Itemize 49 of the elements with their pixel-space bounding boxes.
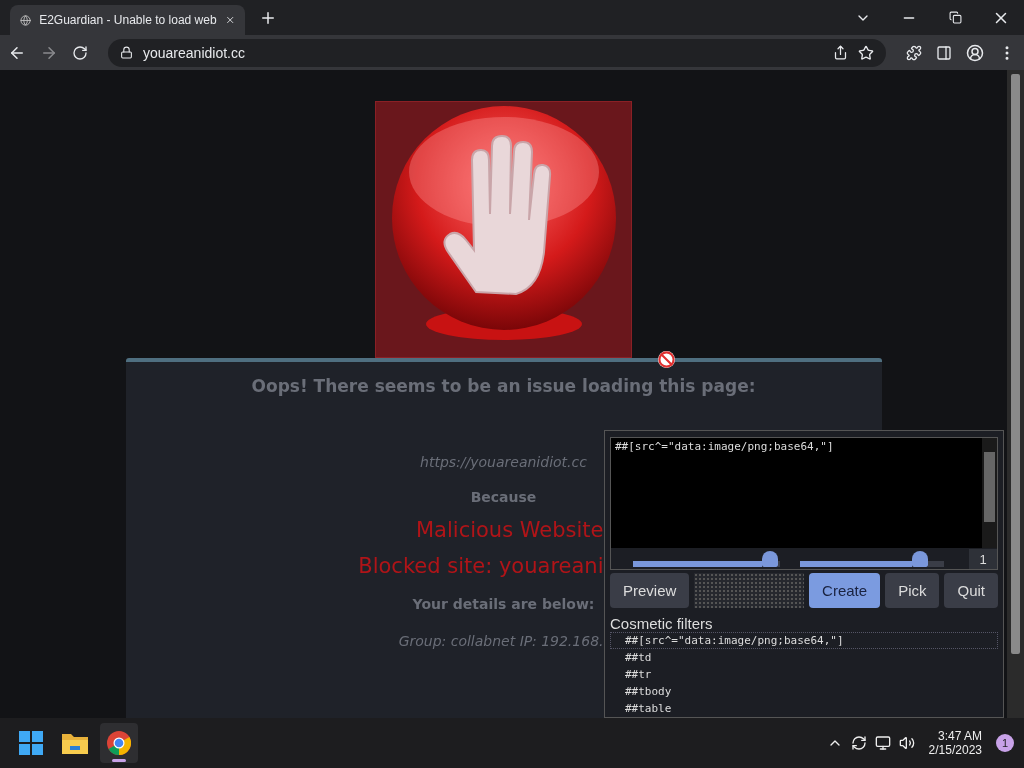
scrollbar-thumb[interactable] (1011, 74, 1020, 654)
filter-item[interactable]: ##td (610, 649, 998, 666)
browser-tab[interactable]: E2Guardian - Unable to load web (10, 5, 245, 35)
blocked-cursor-icon (658, 351, 675, 368)
sync-icon[interactable] (850, 735, 867, 751)
filter-item[interactable]: ##tbody (610, 683, 998, 700)
scrollbar-thumb[interactable] (984, 452, 995, 522)
volume-icon[interactable] (898, 735, 915, 751)
filters-heading: Cosmetic filters (610, 615, 714, 632)
block-reason: Blocked site: youareani (358, 554, 604, 578)
error-heading: Oops! There seems to be an issue loading this page: (251, 376, 756, 396)
extensions-icon[interactable] (906, 44, 922, 61)
share-icon[interactable] (833, 45, 848, 60)
notification-badge[interactable]: 1 (996, 734, 1014, 752)
slider-thumb[interactable] (911, 551, 928, 567)
primary-button[interactable]: Create (809, 573, 881, 608)
filter-item[interactable]: ##tr (610, 666, 998, 683)
bookmark-star-icon[interactable] (858, 44, 874, 61)
globe-icon (20, 12, 32, 28)
section-label: Your details are below: (412, 596, 595, 612)
network-icon[interactable] (874, 735, 891, 751)
picker-button[interactable]: Preview (610, 573, 690, 608)
picker-button[interactable]: Quit (944, 573, 998, 608)
reload-icon[interactable] (72, 44, 88, 61)
url-text: youareanidiot.cc (143, 44, 246, 61)
slider-thumb[interactable] (761, 551, 778, 567)
clock-date: 2/15/2023 (928, 743, 982, 757)
specificity-slider[interactable] (633, 551, 780, 569)
block-reason: Malicious Website (415, 518, 604, 542)
profile-icon[interactable] (966, 43, 984, 62)
filter-item[interactable]: ##table (610, 700, 998, 717)
lock-icon (120, 46, 133, 59)
taskbar-app[interactable] (100, 723, 138, 763)
restore-icon[interactable] (948, 11, 962, 24)
new-tab-icon[interactable] (259, 9, 277, 27)
blocked-url: https://youareanidiot.cc (420, 454, 587, 470)
match-count: 1 (969, 549, 997, 569)
chrome-icon (107, 731, 131, 755)
windows-icon (19, 731, 43, 755)
specificity-slider[interactable] (800, 551, 944, 569)
tab-title: E2Guardian - Unable to load web (39, 13, 217, 27)
section-label: Because (470, 489, 537, 505)
picker-button[interactable]: Pick (885, 573, 940, 608)
clock-time: 3:47 AM (937, 729, 982, 743)
address-bar[interactable]: youareanidiot.cc (108, 38, 886, 67)
filter-item[interactable]: ##[src^="data:image/png;base64,"] (610, 632, 998, 649)
folder-icon (62, 732, 88, 754)
side-panel-icon[interactable] (936, 44, 952, 61)
user-details: Group: collabnet IP: 192.168. (398, 633, 604, 649)
